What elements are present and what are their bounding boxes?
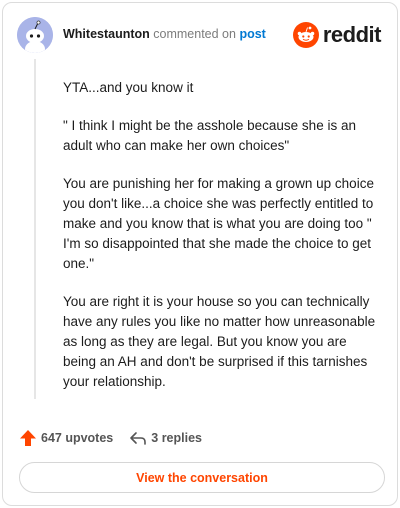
upvote-arrow-icon xyxy=(20,430,36,446)
comment-footer: 647 upvotes 3 replies xyxy=(19,427,202,449)
replies-stat[interactable]: 3 replies xyxy=(129,429,202,447)
view-conversation-button[interactable]: View the conversation xyxy=(19,462,385,493)
comment-paragraph: " I think I might be the asshole because… xyxy=(63,118,356,153)
comment-body: YTA...and you know it " I think I might … xyxy=(63,78,383,410)
comment-header: Whitestaunton commented on post reddit xyxy=(17,17,385,53)
replies-count: 3 replies xyxy=(151,431,202,445)
reddit-logo[interactable]: reddit xyxy=(292,21,382,49)
reddit-logo-icon xyxy=(292,22,319,48)
comment-meta: Whitestaunton commented on post xyxy=(63,27,266,41)
comment-paragraph: YTA...and you know it xyxy=(63,80,194,95)
comment-card: Whitestaunton commented on post reddit Y… xyxy=(2,2,398,506)
comment-paragraph: You are right it is your house so you ca… xyxy=(63,294,376,389)
comment-paragraph: You are punishing her for making a grown… xyxy=(63,176,374,271)
username[interactable]: Whitestaunton xyxy=(63,27,150,41)
post-link[interactable]: post xyxy=(239,27,265,41)
thread-line xyxy=(34,59,36,399)
reddit-wordmark: reddit xyxy=(322,22,382,47)
upvotes-stat[interactable]: 647 upvotes xyxy=(19,429,113,447)
upvotes-count: 647 upvotes xyxy=(41,431,114,445)
action-text: commented on xyxy=(153,27,236,41)
reply-arrow-icon xyxy=(130,432,147,445)
snoo-avatar-icon[interactable] xyxy=(17,17,53,53)
